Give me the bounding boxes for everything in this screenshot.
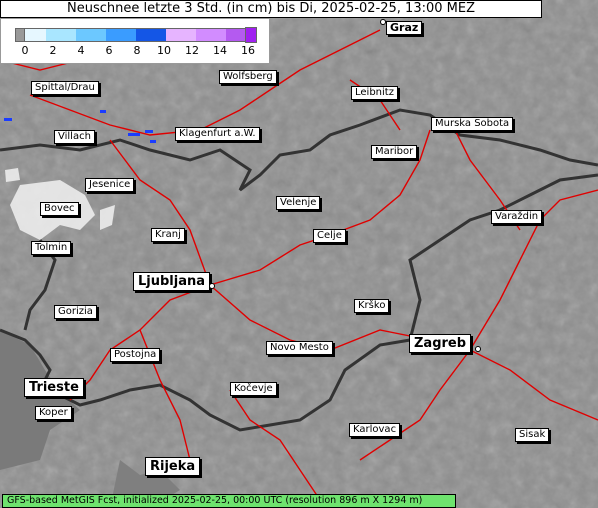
- city-karlovac[interactable]: Karlovac: [349, 423, 401, 437]
- city-murska-sobota[interactable]: Murska Sobota: [431, 117, 514, 131]
- legend-tick: 14: [213, 44, 227, 57]
- city-trieste[interactable]: Trieste: [24, 378, 84, 397]
- legend-tick: 8: [133, 44, 141, 57]
- city-velenje[interactable]: Velenje: [276, 196, 321, 210]
- city-kranj[interactable]: Kranj: [151, 228, 185, 242]
- legend-tick: 12: [185, 44, 199, 57]
- city-postojna[interactable]: Postojna: [110, 348, 161, 362]
- legend-tick: 4: [77, 44, 85, 57]
- city-bovec[interactable]: Bovec: [40, 202, 79, 216]
- city-koper[interactable]: Koper: [35, 406, 72, 420]
- city-leibnitz[interactable]: Leibnitz: [351, 86, 398, 100]
- city-villach[interactable]: Villach: [54, 130, 95, 144]
- city-marker: [475, 346, 481, 352]
- city-zagreb[interactable]: Zagreb: [409, 334, 472, 353]
- city-ljubljana[interactable]: Ljubljana: [133, 272, 211, 291]
- legend: 0 2 4 6 8 10 12 14 16: [0, 18, 270, 64]
- forecast-info: GFS-based MetGIS Fcst, initialized 2025-…: [2, 494, 456, 508]
- map[interactable]: Neuschnee letzte 3 Std. (in cm) bis Di, …: [0, 0, 598, 508]
- city-wolfsberg[interactable]: Wolfsberg: [219, 70, 277, 84]
- map-title: Neuschnee letzte 3 Std. (in cm) bis Di, …: [0, 0, 542, 18]
- legend-colorbar: [15, 28, 257, 42]
- legend-tick: 10: [157, 44, 171, 57]
- city-spittal[interactable]: Spittal/Drau: [31, 81, 99, 95]
- city-marker: [380, 19, 386, 25]
- legend-tick: 0: [21, 44, 29, 57]
- legend-tick: 16: [241, 44, 255, 57]
- city-krsko[interactable]: Krško: [354, 299, 390, 313]
- city-jesenice[interactable]: Jesenice: [85, 178, 135, 192]
- city-varazdin[interactable]: Varaždin: [491, 210, 543, 224]
- terrain-map: [0, 0, 598, 508]
- city-sisak[interactable]: Sisak: [515, 428, 550, 442]
- legend-tick: 6: [105, 44, 113, 57]
- city-kocevje[interactable]: Kočevje: [230, 382, 277, 396]
- city-celje[interactable]: Celje: [313, 229, 346, 243]
- city-rijeka[interactable]: Rijeka: [145, 457, 201, 476]
- city-gorizia[interactable]: Gorizia: [54, 305, 97, 319]
- city-novo-mesto[interactable]: Novo Mesto: [266, 341, 333, 355]
- city-marker: [209, 283, 215, 289]
- legend-tick: 2: [49, 44, 57, 57]
- city-tolmin[interactable]: Tolmin: [31, 241, 72, 255]
- city-maribor[interactable]: Maribor: [371, 145, 418, 159]
- city-graz[interactable]: Graz: [386, 21, 423, 35]
- city-klagenfurt[interactable]: Klagenfurt a.W.: [175, 127, 260, 141]
